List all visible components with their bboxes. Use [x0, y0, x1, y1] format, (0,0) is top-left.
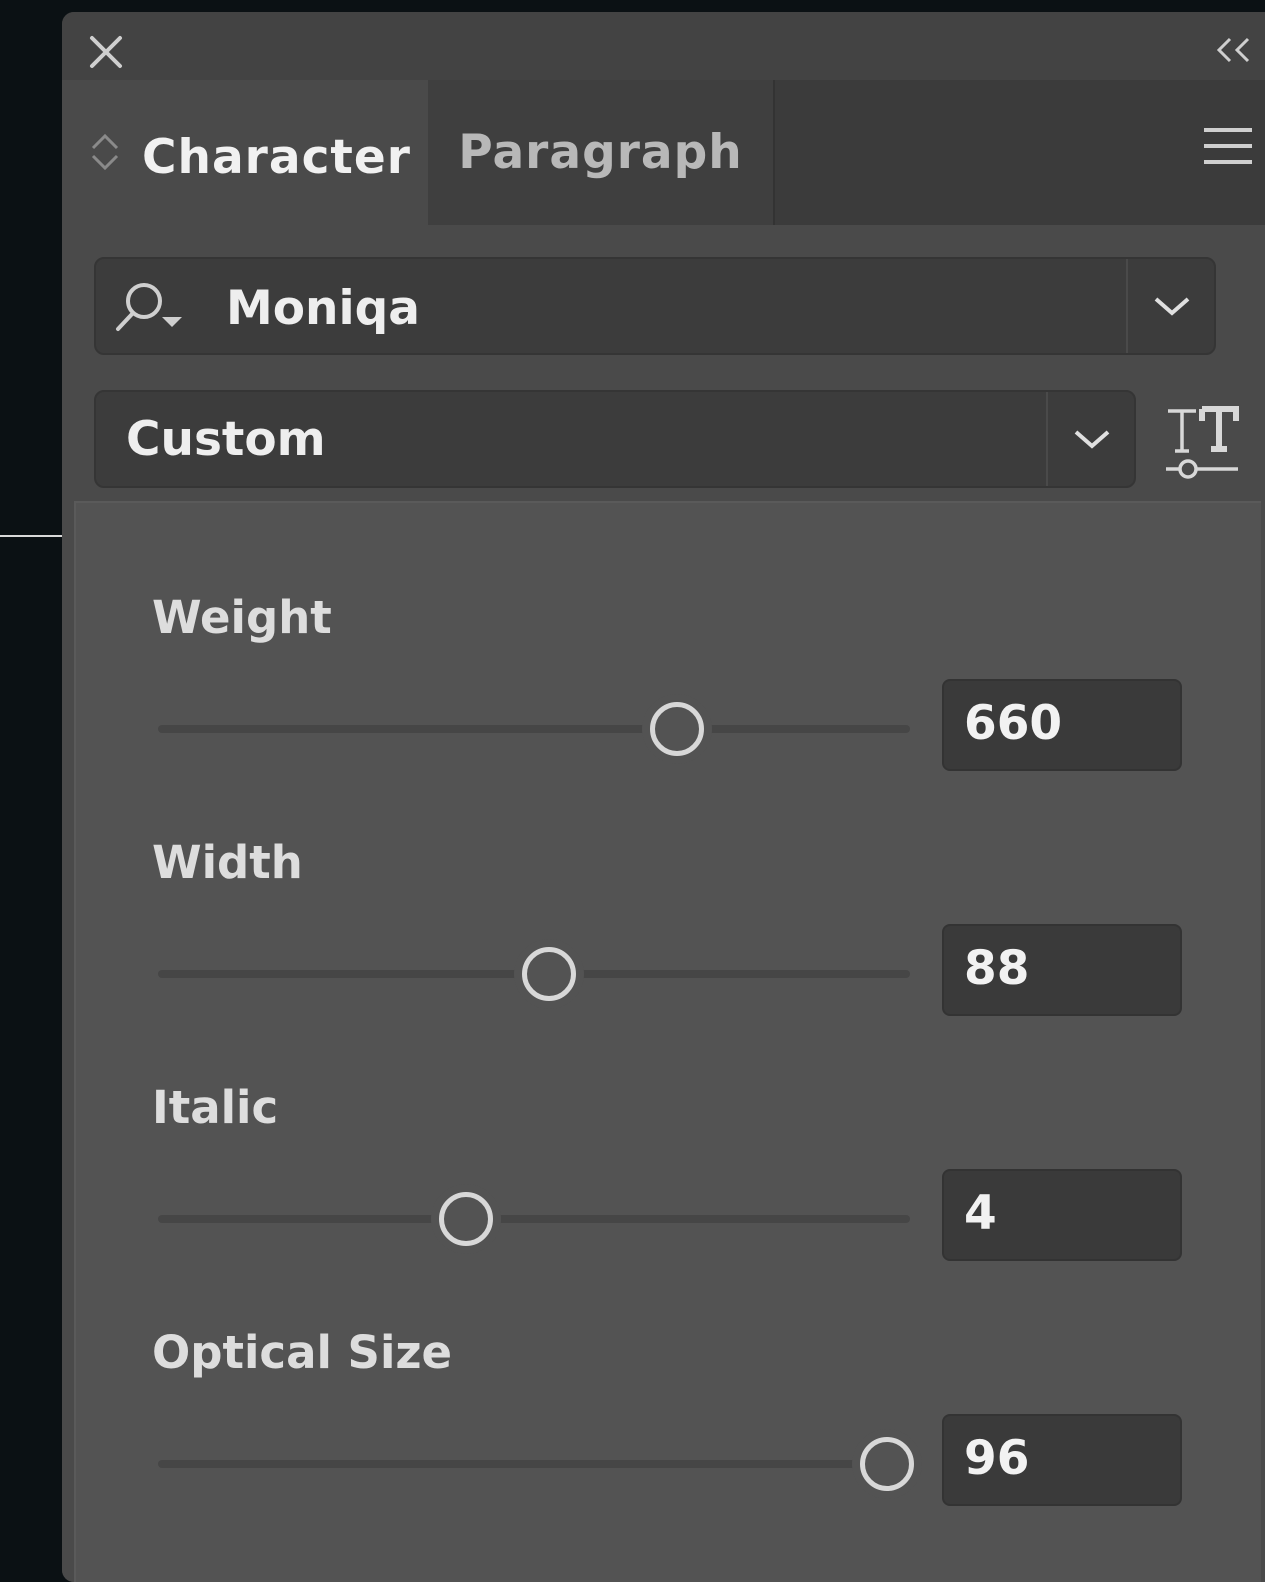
font-style-value: Custom — [126, 412, 326, 467]
search-icon[interactable] — [108, 277, 188, 337]
tab-character[interactable]: Character — [62, 80, 428, 225]
variable-font-axes: Weight 660 Width 88 Italic 4 Optical Siz… — [74, 501, 1261, 1582]
width-slider-handle[interactable] — [522, 947, 577, 1001]
font-family-value: Moniqa — [226, 281, 420, 336]
axis-label-weight: Weight — [152, 591, 332, 644]
axis-label-italic: Italic — [152, 1081, 279, 1134]
tab-paragraph-label: Paragraph — [458, 125, 743, 180]
italic-value-field[interactable]: 4 — [942, 1169, 1182, 1261]
tab-character-label: Character — [142, 130, 411, 185]
panel-tab-bar: Character Paragraph — [62, 80, 1265, 225]
tab-paragraph[interactable]: Paragraph — [428, 80, 775, 225]
character-panel: Character Paragraph Moniqa Custom Weight… — [62, 12, 1265, 1582]
expand-collapse-icon[interactable] — [88, 128, 122, 176]
chevron-down-icon — [1154, 297, 1190, 316]
font-style-field[interactable]: Custom — [94, 390, 1136, 488]
panel-body: Moniqa Custom Weight 660 Width 88 Italic… — [62, 225, 1265, 1582]
font-family-dropdown[interactable] — [1126, 259, 1214, 353]
italic-slider[interactable] — [158, 1192, 910, 1246]
weight-slider-handle[interactable] — [649, 702, 704, 756]
weight-slider[interactable] — [158, 702, 910, 756]
double-chevron-left-icon[interactable] — [1214, 36, 1254, 64]
variable-font-icon[interactable] — [1162, 403, 1242, 483]
italic-slider-handle[interactable] — [439, 1192, 494, 1246]
optical-size-value-field[interactable]: 96 — [942, 1414, 1182, 1506]
font-family-field[interactable]: Moniqa — [94, 257, 1216, 355]
optical-size-slider-handle[interactable] — [860, 1437, 915, 1491]
hamburger-menu-icon[interactable] — [1202, 124, 1254, 168]
axis-label-width: Width — [152, 836, 303, 889]
close-icon[interactable] — [88, 34, 124, 70]
width-value-field[interactable]: 88 — [942, 924, 1182, 1016]
axis-label-optical-size: Optical Size — [152, 1326, 453, 1379]
weight-value-field[interactable]: 660 — [942, 679, 1182, 771]
font-style-dropdown[interactable] — [1046, 392, 1134, 486]
width-slider[interactable] — [158, 947, 910, 1001]
chevron-down-icon — [1074, 430, 1110, 449]
optical-size-slider[interactable] — [158, 1437, 915, 1491]
panel-titlebar — [62, 12, 1265, 80]
